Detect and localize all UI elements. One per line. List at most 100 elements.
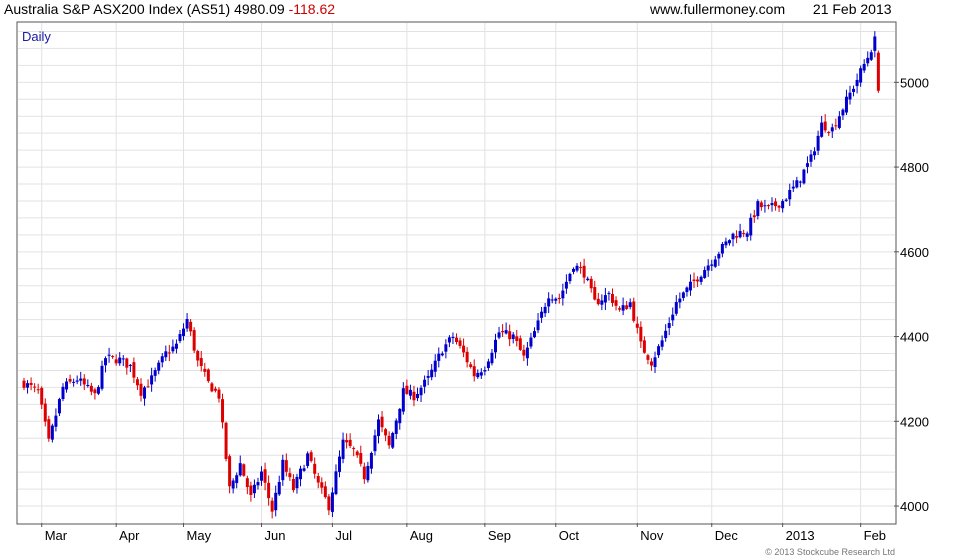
candle-body	[398, 408, 402, 424]
plot-frame	[16, 21, 897, 525]
candle-body	[306, 453, 310, 466]
candle-body	[72, 381, 76, 383]
candle-body	[125, 358, 129, 368]
candle-body	[596, 298, 600, 305]
candle-body	[777, 205, 781, 208]
candle-body	[249, 485, 253, 495]
candle-body	[674, 302, 678, 314]
x-tick-label: Aug	[410, 528, 433, 543]
candle-body	[540, 311, 544, 318]
candle-body	[639, 326, 643, 342]
candle-body	[763, 205, 767, 207]
candle-body	[334, 471, 338, 495]
candle-body	[338, 456, 342, 472]
candle-body	[564, 281, 568, 289]
candle-body	[802, 169, 806, 184]
candle-body	[593, 287, 597, 300]
candle-body	[600, 300, 604, 305]
candle-body	[841, 109, 845, 116]
candle-body	[36, 389, 40, 391]
candle-body	[738, 231, 742, 238]
candle-body	[582, 265, 586, 278]
candle-body	[50, 425, 54, 440]
candle-body	[153, 370, 157, 376]
candle-body	[242, 464, 246, 476]
candle-body	[671, 314, 675, 321]
y-tick-label: 5000	[900, 75, 929, 90]
candle-body	[288, 473, 292, 478]
candle-body	[678, 298, 682, 303]
x-tick-label: May	[187, 528, 212, 543]
candle-body	[610, 294, 614, 304]
candle-body	[330, 492, 334, 512]
candle-body	[788, 189, 792, 200]
candle-body	[809, 154, 813, 162]
candle-body	[430, 369, 434, 378]
candle-body	[22, 380, 26, 388]
candle-body	[189, 321, 193, 332]
candle-body	[653, 357, 657, 368]
candle-body	[543, 306, 547, 314]
x-tick-label: Sep	[488, 528, 511, 543]
candle-body	[688, 281, 692, 291]
candle-body	[603, 295, 607, 303]
candle-body	[277, 481, 281, 495]
candle-body	[40, 387, 44, 405]
candle-body	[384, 429, 388, 436]
candle-body	[139, 383, 143, 396]
candle-body	[348, 439, 352, 447]
candle-body	[852, 88, 856, 92]
candle-body	[267, 482, 271, 499]
candle-body	[217, 389, 221, 399]
candle-body	[515, 336, 519, 342]
candle-body	[547, 298, 551, 307]
candle-body	[486, 361, 490, 369]
candle-body	[781, 201, 785, 209]
candle-body	[182, 328, 186, 337]
candle-body	[146, 386, 150, 388]
y-axis: 4000 4200 4400 4600 4800 5000	[894, 75, 929, 514]
candle-body	[164, 351, 168, 358]
x-tick-label: Jul	[335, 528, 352, 543]
candle-body	[717, 253, 721, 259]
candle-body	[26, 383, 30, 388]
candle-body	[766, 205, 770, 207]
candle-body	[128, 364, 132, 366]
candle-body	[632, 301, 636, 321]
candle-body	[213, 388, 217, 391]
x-tick-label: Nov	[640, 528, 664, 543]
candle-body	[65, 381, 69, 390]
candle-body	[359, 453, 363, 464]
candle-body	[873, 36, 877, 51]
candle-body	[394, 420, 398, 434]
candle-body	[642, 340, 646, 353]
candle-body	[143, 387, 147, 399]
candle-body	[373, 435, 377, 452]
candle-body	[667, 323, 671, 328]
candle-body	[465, 351, 469, 363]
candle-body	[660, 340, 664, 347]
candle-body	[447, 337, 451, 343]
candle-body	[221, 399, 225, 423]
candle-body	[483, 370, 487, 372]
candle-body	[703, 269, 707, 278]
candle-body	[345, 440, 349, 443]
candle-body	[206, 369, 210, 382]
candle-body	[497, 332, 501, 338]
candle-body	[412, 391, 416, 401]
candle-body	[235, 475, 239, 484]
candle-body	[281, 459, 285, 481]
candle-body	[696, 279, 700, 282]
candle-body	[710, 264, 714, 266]
candle-body	[501, 330, 505, 333]
candle-body	[75, 380, 79, 382]
candles	[22, 31, 880, 519]
y-tick-label: 4600	[900, 245, 929, 260]
candle-body	[291, 478, 295, 491]
candle-body	[377, 419, 381, 437]
candle-body	[408, 389, 412, 396]
candle-body	[816, 135, 820, 151]
candle-body	[774, 201, 778, 207]
candle-body	[557, 297, 561, 300]
candle-body	[185, 319, 189, 329]
